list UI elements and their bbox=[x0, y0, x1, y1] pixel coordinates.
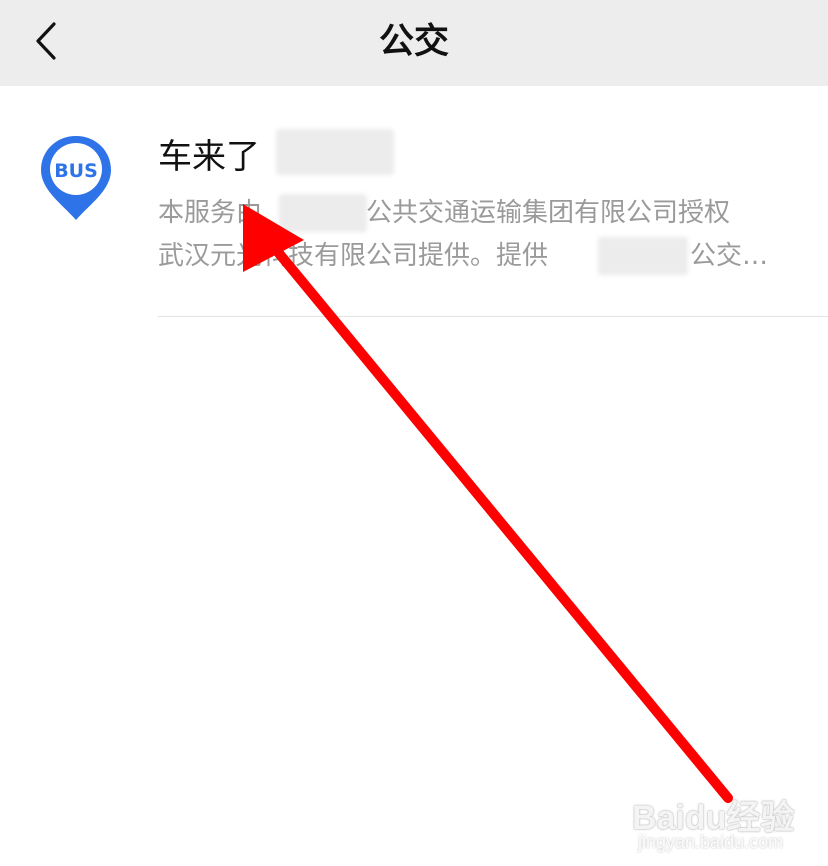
back-button[interactable] bbox=[22, 16, 72, 66]
bus-location-pin-icon: BUS bbox=[38, 134, 114, 222]
result-description-line1-start: 本服务由 bbox=[158, 198, 263, 228]
result-title: 车来了 bbox=[158, 137, 260, 177]
nav-bar: 公交 bbox=[0, 0, 828, 86]
redacted-block bbox=[276, 129, 394, 175]
watermark-logo: Baidu经验 bbox=[632, 799, 795, 837]
chevron-left-icon bbox=[36, 22, 56, 60]
divider bbox=[158, 316, 828, 317]
redacted-block bbox=[279, 194, 367, 232]
redacted-block bbox=[598, 237, 688, 275]
bus-icon-label: BUS bbox=[54, 160, 98, 182]
result-description-line1-end: 公共交通运输集团有限公司授权 bbox=[366, 198, 731, 228]
result-description-line2-start: 武汉元光科技有限公司提供。提供 bbox=[158, 241, 549, 271]
result-description-line2-end: 公交… bbox=[690, 241, 769, 271]
page-title: 公交 bbox=[378, 22, 449, 62]
watermark-url: jingyan.baidu.com bbox=[638, 832, 784, 852]
watermark: Baidu经验 jingyan.baidu.com bbox=[632, 790, 802, 860]
